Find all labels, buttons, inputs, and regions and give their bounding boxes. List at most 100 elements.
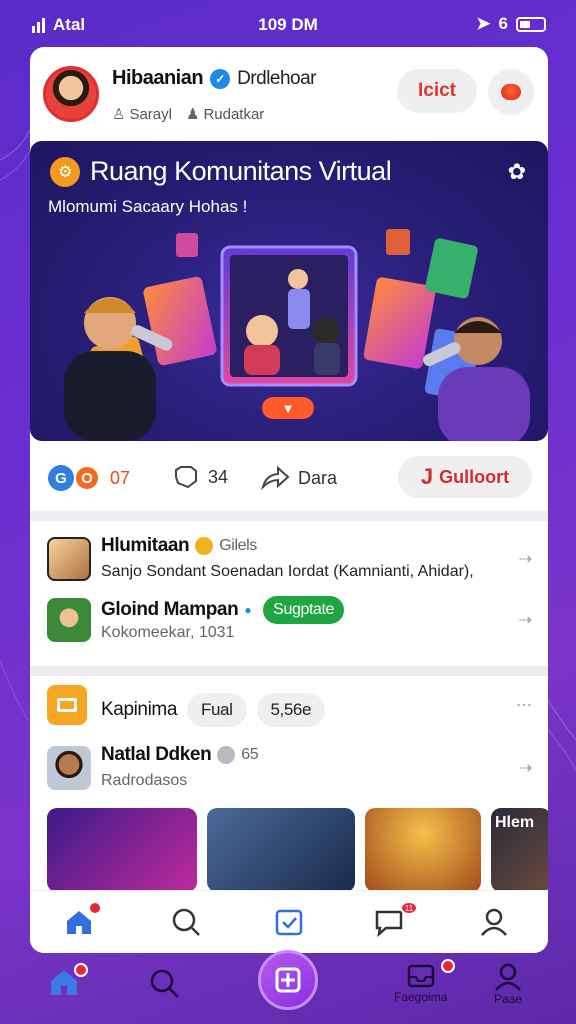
profile-icon[interactable] bbox=[477, 905, 511, 939]
list-item-meta: Gilels bbox=[219, 537, 257, 554]
media-thumbnail[interactable]: Hlem bbox=[491, 808, 548, 892]
banner-subtitle: Mlomumi Sacaary Hohas ! bbox=[48, 197, 248, 216]
nav-label: Faegoima bbox=[394, 990, 448, 1004]
status-bar: Atal 109 DM ➤ 6 bbox=[0, 0, 576, 48]
status-extra: 6 bbox=[498, 14, 508, 33]
forward-icon[interactable]: ⇢ bbox=[519, 610, 532, 630]
verified-icon: ✓ bbox=[210, 68, 231, 89]
search-icon[interactable] bbox=[169, 905, 203, 939]
nav-profile[interactable]: Paae bbox=[494, 963, 522, 1006]
notification-badge bbox=[88, 901, 102, 915]
divider bbox=[30, 511, 548, 521]
section-label: Kapinima bbox=[101, 699, 178, 720]
forward-icon[interactable]: ⇢ bbox=[519, 549, 532, 569]
share-label: Dara bbox=[298, 467, 338, 488]
banner-title-line: ⚙ Ruang Komunitans Virtual bbox=[50, 156, 392, 187]
post-actions: G O 07 34 Dara J Gulloort bbox=[30, 447, 548, 511]
reactions-count: 07 bbox=[110, 467, 131, 488]
calendar-icon[interactable] bbox=[272, 905, 306, 939]
feed-card: Hibaanian ✓ Drdlehoar ♙ Sarayl ♟ Rudatkar … bbox=[30, 47, 548, 953]
coin-icon bbox=[217, 746, 236, 764]
chevron-down-icon[interactable]: ▼ bbox=[262, 397, 314, 419]
tag-icon bbox=[47, 685, 87, 725]
list-item-count: 65 bbox=[241, 746, 259, 763]
media-thumbnail[interactable] bbox=[47, 808, 197, 892]
list-item-title: Natlal Ddken bbox=[101, 744, 212, 765]
battery-icon bbox=[516, 16, 546, 32]
profile-action-button[interactable]: Icict bbox=[397, 69, 477, 113]
banner-title: Ruang Komunitans Virtual bbox=[90, 156, 392, 186]
profile-handle: Drdlehoar bbox=[237, 67, 317, 89]
list-item[interactable]: Natlal Ddken 65 Radrodasos ⇢ bbox=[30, 740, 548, 800]
list-item-thumbnail bbox=[47, 746, 91, 790]
section-header: Kapinima Fual 5,56e ⋯ bbox=[30, 685, 548, 729]
profile-meta-1: Sarayl bbox=[129, 106, 172, 123]
profile-icon bbox=[495, 963, 521, 991]
nav-search[interactable] bbox=[148, 967, 180, 999]
list-item-thumbnail bbox=[47, 537, 91, 581]
nav-messages[interactable]: Faegoima bbox=[394, 959, 456, 1004]
more-icon[interactable]: ⋯ bbox=[516, 695, 532, 715]
list-item-title: Gloind Mampan bbox=[101, 599, 239, 620]
list-item-thumbnail bbox=[47, 598, 91, 642]
inbox-icon bbox=[407, 964, 434, 988]
comment-action[interactable]: 34 bbox=[172, 465, 228, 489]
tab-bar: 11 bbox=[30, 890, 548, 953]
search-icon bbox=[150, 969, 179, 998]
profile-name-line: Hibaanian ✓ Drdlehoar bbox=[112, 67, 317, 90]
nav-home[interactable] bbox=[48, 963, 88, 997]
community-banner[interactable]: ⚙ Ruang Komunitans Virtual Mlomumi Sacaa… bbox=[30, 141, 548, 441]
chip[interactable]: 5,56e bbox=[256, 693, 326, 727]
list-item-title-line: Natlal Ddken 65 bbox=[101, 744, 259, 766]
profile-meta: ♙ Sarayl ♟ Rudatkar bbox=[112, 105, 264, 123]
notification-badge: 11 bbox=[400, 901, 418, 915]
create-post-button[interactable] bbox=[258, 950, 318, 1010]
hook-icon: J bbox=[420, 464, 434, 489]
thumbnail-label: Hlem bbox=[495, 814, 535, 831]
comment-count: 34 bbox=[208, 466, 229, 487]
share-icon bbox=[261, 465, 290, 491]
profile-header: Hibaanian ✓ Drdlehoar ♙ Sarayl ♟ Rudatkar … bbox=[30, 47, 548, 139]
media-carousel: Hlem bbox=[47, 808, 548, 892]
divider bbox=[30, 666, 548, 676]
reaction-button[interactable] bbox=[488, 69, 534, 115]
heart-emoji-icon bbox=[501, 84, 521, 100]
location-arrow-icon: ➤ bbox=[476, 14, 491, 33]
flower-icon[interactable]: ✿ bbox=[508, 159, 526, 185]
gear-icon: ⚙ bbox=[50, 156, 80, 187]
list-item-title-line: Hlumitaan Gilels bbox=[101, 535, 257, 557]
list-item[interactable]: Gloind Mampan ● Sugptate Kokomeekar, 103… bbox=[30, 592, 548, 652]
home-icon[interactable] bbox=[62, 901, 102, 939]
forward-icon[interactable]: ⇢ bbox=[519, 758, 532, 778]
like-icon: G bbox=[48, 465, 74, 491]
list-item[interactable]: Hlumitaan Gilels Sanjo Sondant Soenadan … bbox=[30, 531, 548, 591]
list-item-desc: Radrodasos bbox=[101, 772, 188, 789]
plus-icon bbox=[275, 967, 301, 993]
notification-badge bbox=[74, 963, 88, 977]
profile-meta-2: Rudatkar bbox=[203, 106, 265, 123]
update-badge[interactable]: Sugptate bbox=[263, 596, 345, 624]
cta-button[interactable]: J Gulloort bbox=[398, 456, 532, 498]
nav-label: Paae bbox=[494, 992, 523, 1006]
coin-icon bbox=[195, 537, 214, 555]
chip[interactable]: Fual bbox=[187, 693, 247, 727]
person-icon: ♙ bbox=[112, 106, 126, 123]
media-thumbnail[interactable] bbox=[365, 808, 481, 892]
person-icon: ♟ bbox=[185, 106, 200, 123]
reactions[interactable]: G O 07 bbox=[48, 465, 130, 491]
verified-dot-icon: ● bbox=[244, 603, 252, 617]
share-action[interactable]: Dara bbox=[260, 465, 337, 491]
list-item-desc: Kokomeekar, 1031 bbox=[101, 624, 235, 641]
media-thumbnail[interactable] bbox=[207, 808, 355, 892]
avatar[interactable] bbox=[43, 66, 99, 122]
chat-icon[interactable]: 11 bbox=[372, 901, 418, 939]
cta-label: Gulloort bbox=[439, 466, 510, 487]
list-item-title: Hlumitaan bbox=[101, 535, 190, 556]
love-icon: O bbox=[74, 465, 100, 491]
list-item-title-line: Gloind Mampan ● Sugptate bbox=[101, 596, 345, 624]
profile-name[interactable]: Hibaanian bbox=[112, 67, 204, 90]
list-item-desc: Sanjo Sondant Soenadan Iordat (Kamnianti… bbox=[101, 563, 474, 580]
section-chips: Kapinima Fual 5,56e bbox=[101, 693, 326, 727]
notification-badge bbox=[441, 959, 456, 973]
comment-icon bbox=[175, 466, 197, 489]
